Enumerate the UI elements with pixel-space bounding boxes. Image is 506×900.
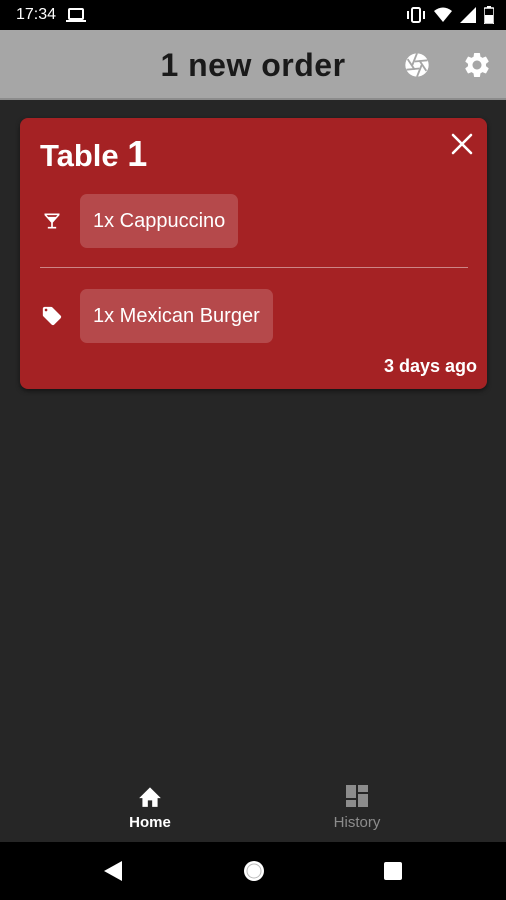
order-title: Table 1 <box>40 132 147 178</box>
recents-icon <box>384 862 402 880</box>
table-number: 1 <box>127 133 148 174</box>
status-time: 17:34 <box>16 6 57 23</box>
system-nav-bar <box>0 842 506 900</box>
aperture-button[interactable] <box>401 49 433 81</box>
signal-icon <box>460 7 476 23</box>
aperture-icon <box>405 52 429 78</box>
status-bar: 17:34 <box>0 0 506 30</box>
settings-button[interactable] <box>461 49 493 81</box>
order-timestamp: 3 days ago <box>383 356 477 376</box>
dismiss-order-button[interactable] <box>448 130 476 158</box>
battery-icon <box>484 6 494 24</box>
cocktail-icon <box>40 209 64 233</box>
tag-icon <box>40 304 64 328</box>
order-item: 1x Cappuccino <box>40 194 239 248</box>
order-item: 1x Mexican Burger <box>40 289 273 343</box>
recents-button[interactable] <box>381 859 405 883</box>
order-title-word: Table <box>40 138 119 173</box>
nav-item-home[interactable]: Home <box>90 784 210 831</box>
nav-item-history[interactable]: History <box>297 784 417 831</box>
nav-label-history: History <box>333 814 381 831</box>
bottom-nav: Home History <box>0 770 506 842</box>
home-icon <box>139 787 161 807</box>
system-home-button[interactable] <box>242 859 266 883</box>
history-icon <box>346 785 368 807</box>
wifi-icon <box>434 7 452 23</box>
vibrate-icon <box>406 7 426 23</box>
circle-home-icon <box>244 861 264 881</box>
laptop-icon <box>66 7 87 23</box>
order-card[interactable]: Table 1 1x Cappuccino 1x Mexican Burger … <box>20 118 487 389</box>
back-button[interactable] <box>101 859 125 883</box>
settings-icon <box>465 52 489 77</box>
app-screen: 17:34 1 new order Table 1 1x Cappuccino … <box>0 0 506 900</box>
app-bar: 1 new order <box>0 30 506 100</box>
close-icon <box>451 133 473 155</box>
nav-label-home: Home <box>129 814 171 831</box>
order-item-chip[interactable]: 1x Cappuccino <box>80 194 239 248</box>
order-item-chip[interactable]: 1x Mexican Burger <box>80 289 273 343</box>
divider <box>40 267 468 268</box>
back-icon <box>104 861 122 881</box>
